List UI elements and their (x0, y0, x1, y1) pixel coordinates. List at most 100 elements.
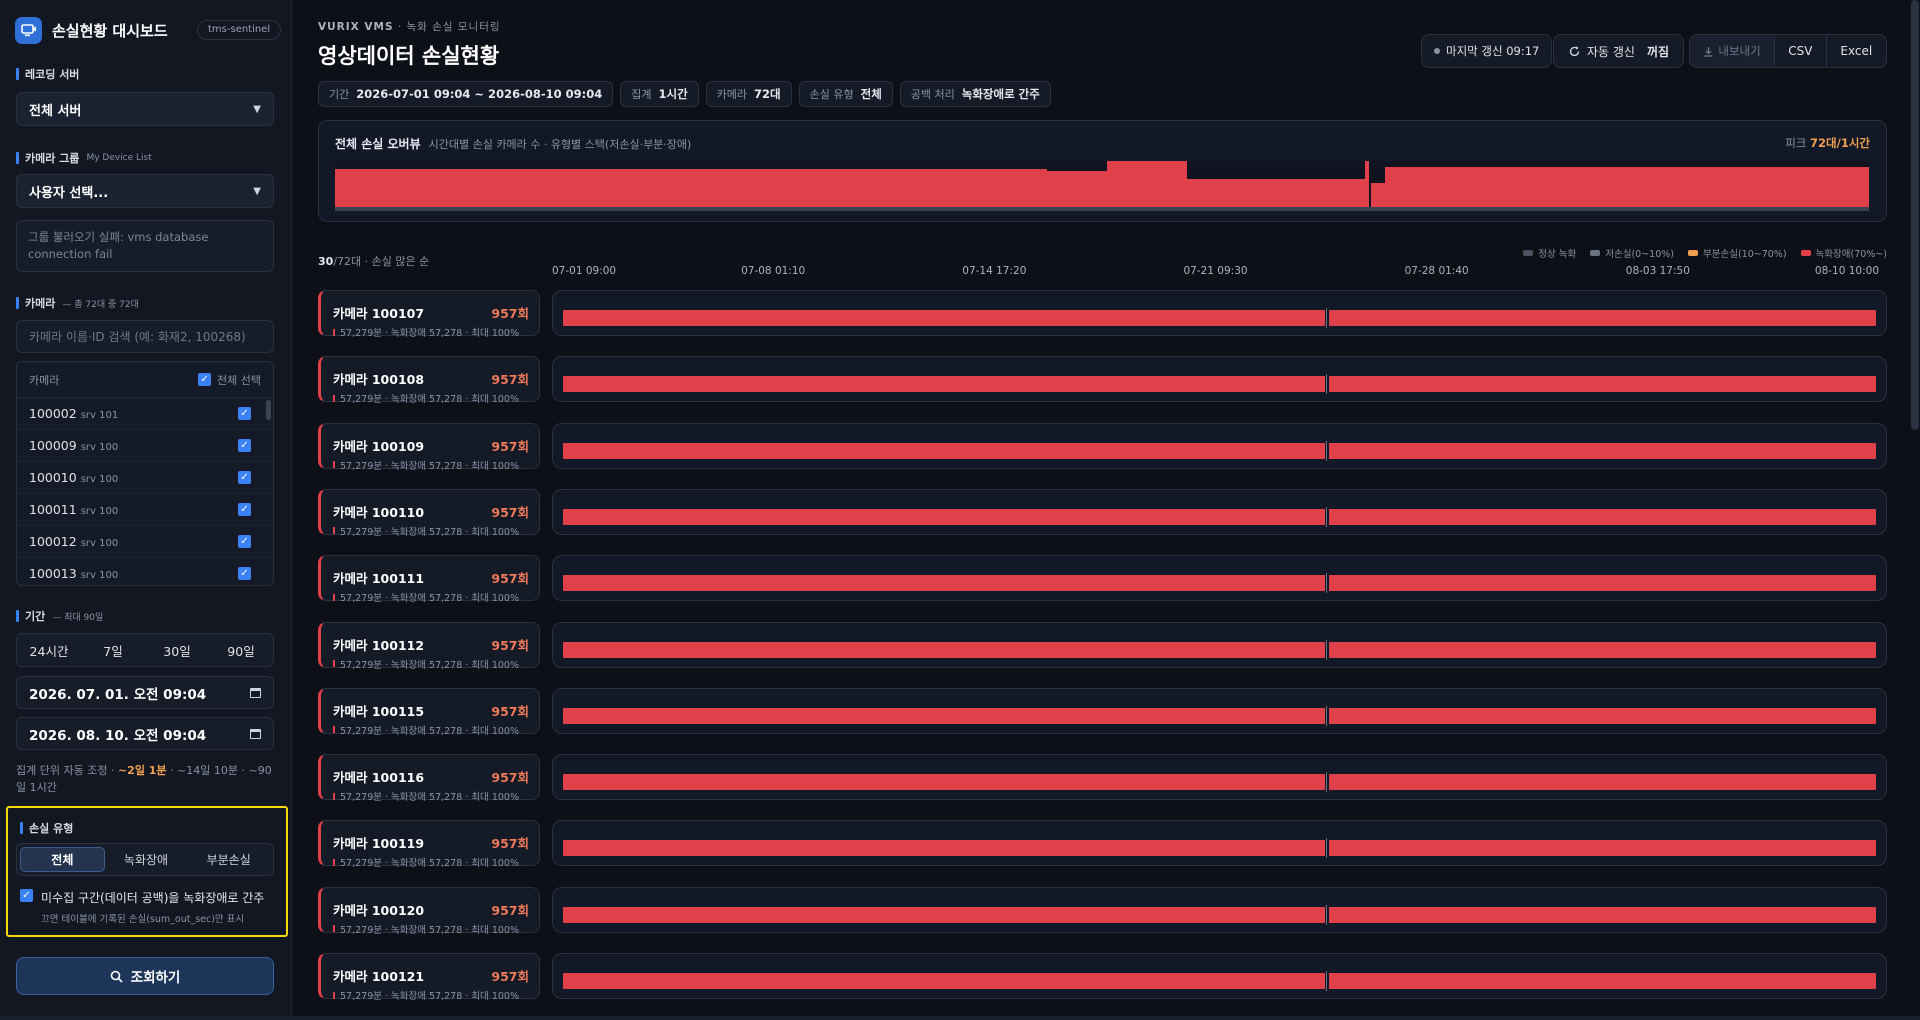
overview-subtitle: 시간대별 손실 카메라 수 · 유형별 스택(저손실·부분·장애) (428, 138, 692, 151)
camera-loss-card[interactable]: 카메라 100119 957회 57,279분 · 녹화장애 57,278 · 최대… (318, 820, 540, 869)
overview-bar-segment (1107, 161, 1187, 211)
camera-loss-timeline[interactable] (552, 754, 1887, 801)
camera-loss-card[interactable]: 카메라 100111 957회 57,279분 · 녹화장애 57,278 · 최대… (318, 555, 540, 604)
axis-tick-label: 07-28 01:40 (1404, 265, 1469, 277)
camera-loss-card[interactable]: 카메라 100107 957회 57,279분 · 녹화장애 57,278 · 최대… (318, 290, 540, 339)
gap-check-note: 끄면 테이블에 기록된 손실(sum_out_sec)만 표시 (41, 914, 245, 925)
camera-list-item[interactable]: 100011 srv 100 ✓ (17, 494, 273, 526)
camera-loss-card[interactable]: 카메라 100120 957회 57,279분 · 녹화장애 57,278 · 최대… (318, 886, 540, 936)
camera-server: srv 100 (80, 474, 119, 485)
camera-loss-row[interactable]: 카메라 100112 957회 57,279분 · 녹화장애 57,278 · 최대… (318, 621, 1887, 682)
timeline-gap-marker (1325, 506, 1329, 527)
axis-tick-label: 07-01 09:00 (552, 265, 617, 277)
camera-list-meta: 30/72대 · 손실 많은 순 (318, 255, 430, 268)
period-preset-button[interactable]: 90일 (209, 634, 273, 666)
camera-loss-row[interactable]: 카메라 100111 957회 57,279분 · 녹화장애 57,278 · 최대… (318, 555, 1887, 615)
check-icon[interactable]: ✓ (238, 407, 251, 420)
period-preset-button[interactable]: 24시간 (17, 634, 81, 666)
camera-loss-timeline[interactable] (552, 953, 1887, 999)
camera-loss-row[interactable]: 카메라 100110 957회 57,279분 · 녹화장애 57,278 · 최대… (318, 488, 1887, 549)
camera-list-item[interactable]: 100010 srv 100 ✓ (17, 462, 273, 494)
loss-type-option[interactable]: 부분손실 (187, 847, 270, 872)
camera-loss-timeline[interactable] (552, 820, 1887, 867)
camera-loss-timeline[interactable] (552, 356, 1887, 403)
end-date-input[interactable]: 2026. 08. 10. 오전 09:04 (16, 717, 274, 750)
camera-loss-card[interactable]: 카메라 100116 957회 57,279분 · 녹화장애 57,278 · 최대… (318, 754, 540, 803)
query-button[interactable]: 조회하기 (16, 957, 274, 995)
status-dot-icon (1434, 48, 1440, 54)
camera-loss-row[interactable]: 카메라 100115 957회 57,279분 · 녹화장애 57,278 · 최대… (318, 687, 1887, 748)
filter-chip: 집계 1시간 (620, 81, 699, 107)
overview-bar-segment (1371, 183, 1385, 211)
filter-chip-key: 집계 (631, 88, 652, 101)
overview-bar-segment (1385, 167, 1869, 211)
query-button-label: 조회하기 (130, 970, 181, 986)
select-all-toggle[interactable]: ✓ 전체 선택 (198, 372, 261, 388)
sidebar: 손실현황 대시보드 tms-sentinel 레코딩 서버 전체 서버 ▼ 카메… (0, 0, 292, 1020)
check-icon[interactable]: ✓ (238, 503, 251, 516)
end-date-value: 2026. 08. 10. 오전 09:04 (29, 727, 207, 744)
axis-tick-label: 07-08 01:10 (741, 265, 806, 277)
overview-bar-segment (335, 169, 1047, 211)
loss-type-option[interactable]: 녹화장애 (105, 847, 188, 872)
camera-loss-timeline[interactable] (552, 488, 1887, 535)
legend-item: 정상 녹화 (1523, 246, 1576, 260)
loss-marker-icon (333, 328, 335, 336)
camera-loss-row[interactable]: 카메라 100116 957회 57,279분 · 녹화장애 57,278 · 최대… (318, 754, 1887, 814)
camera-loss-row[interactable]: 카메라 100107 957회 57,279분 · 녹화장애 57,278 · 최대… (318, 290, 1887, 350)
camera-loss-card[interactable]: 카메라 100112 957회 57,279분 · 녹화장애 57,278 · 최대… (318, 621, 540, 671)
filter-chip-key: 카메라 (716, 88, 748, 101)
camera-loss-card[interactable]: 카메라 100108 957회 57,279분 · 녹화장애 57,278 · 최대… (318, 356, 540, 405)
camera-loss-card[interactable]: 카메라 100121 957회 57,279분 · 녹화장애 57,278 · 최대… (318, 953, 540, 1002)
instance-badge: tms-sentinel (197, 20, 282, 40)
camera-list-item[interactable]: 100012 srv 100 ✓ (17, 526, 273, 558)
camera-list-item[interactable]: 100002 srv 101 ✓ (17, 398, 273, 430)
start-date-input[interactable]: 2026. 07. 01. 오전 09:04 (16, 676, 274, 709)
camera-loss-timeline[interactable] (552, 422, 1887, 469)
camera-id: 100012 (29, 534, 77, 549)
excel-button[interactable]: Excel (1827, 35, 1886, 67)
camera-loss-timeline[interactable] (552, 886, 1887, 933)
period-preset-button[interactable]: 7일 (81, 634, 145, 666)
calendar-icon[interactable] (250, 687, 261, 698)
camera-server: srv 101 (80, 410, 119, 421)
camera-loss-row[interactable]: 카메라 100109 957회 57,279분 · 녹화장애 57,278 · 최대… (318, 422, 1887, 483)
loss-count: 957회 (491, 969, 529, 984)
camera-loss-row[interactable]: 카메라 100120 957회 57,279분 · 녹화장애 57,278 · 최대… (318, 886, 1887, 947)
camera-loss-row[interactable]: 카메라 100108 957회 57,279분 · 녹화장애 57,278 · 최대… (318, 356, 1887, 416)
auto-refresh-toggle[interactable]: 자동 갱신 꺼짐 (1553, 34, 1685, 68)
export-button[interactable]: 내보내기 (1690, 35, 1776, 67)
camera-loss-row[interactable]: 카메라 100119 957회 57,279분 · 녹화장애 57,278 · 최대… (318, 820, 1887, 880)
check-icon[interactable]: ✓ (238, 567, 251, 580)
loss-type-option[interactable]: 전체 (20, 847, 105, 872)
recording-server-select[interactable]: 전체 서버 ▼ (16, 92, 274, 126)
calendar-icon[interactable] (250, 728, 261, 739)
camera-loss-timeline[interactable] (552, 621, 1887, 668)
camera-list-scrollbar[interactable] (266, 400, 271, 420)
camera-loss-card[interactable]: 카메라 100109 957회 57,279분 · 녹화장애 57,278 · 최대… (318, 422, 540, 472)
check-icon[interactable]: ✓ (238, 471, 251, 484)
camera-group-select[interactable]: 사용자 선택... ▼ (16, 174, 274, 208)
check-icon[interactable]: ✓ (198, 373, 212, 386)
camera-loss-summary-text: 57,279분 · 녹화장애 57,278 · 최대 100% (340, 328, 519, 339)
camera-loss-timeline[interactable] (552, 687, 1887, 734)
check-icon[interactable]: ✓ (238, 535, 251, 548)
timeline-gap-marker (1325, 639, 1329, 660)
camera-loss-timeline[interactable] (552, 290, 1887, 336)
gap-as-failure-checkbox[interactable]: ✓ 미수집 구간(데이터 공백)을 녹화장애로 간주 끄면 테이블에 기록된 손… (20, 889, 264, 925)
loss-type-segmented: 전체 녹화장애 부분손실 (16, 843, 274, 876)
camera-loss-card[interactable]: 카메라 100115 957회 57,279분 · 녹화장애 57,278 · 최대… (318, 687, 540, 737)
overview-stacked-chart (335, 161, 1869, 211)
camera-list-item[interactable]: 100009 srv 100 ✓ (17, 430, 273, 462)
camera-list-item[interactable]: 100013 srv 100 ✓ (17, 558, 273, 585)
camera-loss-card[interactable]: 카메라 100110 957회 57,279분 · 녹화장애 57,278 · 최대… (318, 488, 540, 538)
main-scrollbar[interactable] (1911, 0, 1919, 430)
camera-search-input[interactable]: 카메라 이름·ID 검색 (예: 화재2, 100268) (16, 320, 274, 353)
check-icon[interactable]: ✓ (238, 439, 251, 452)
export-label: 내보내기 (1718, 44, 1761, 58)
period-preset-button[interactable]: 30일 (145, 634, 209, 666)
camera-loss-row[interactable]: 카메라 100121 957회 57,279분 · 녹화장애 57,278 · 최대… (318, 953, 1887, 1013)
camera-loss-timeline[interactable] (552, 555, 1887, 602)
csv-button[interactable]: CSV (1775, 35, 1827, 67)
check-icon[interactable]: ✓ (20, 889, 33, 902)
